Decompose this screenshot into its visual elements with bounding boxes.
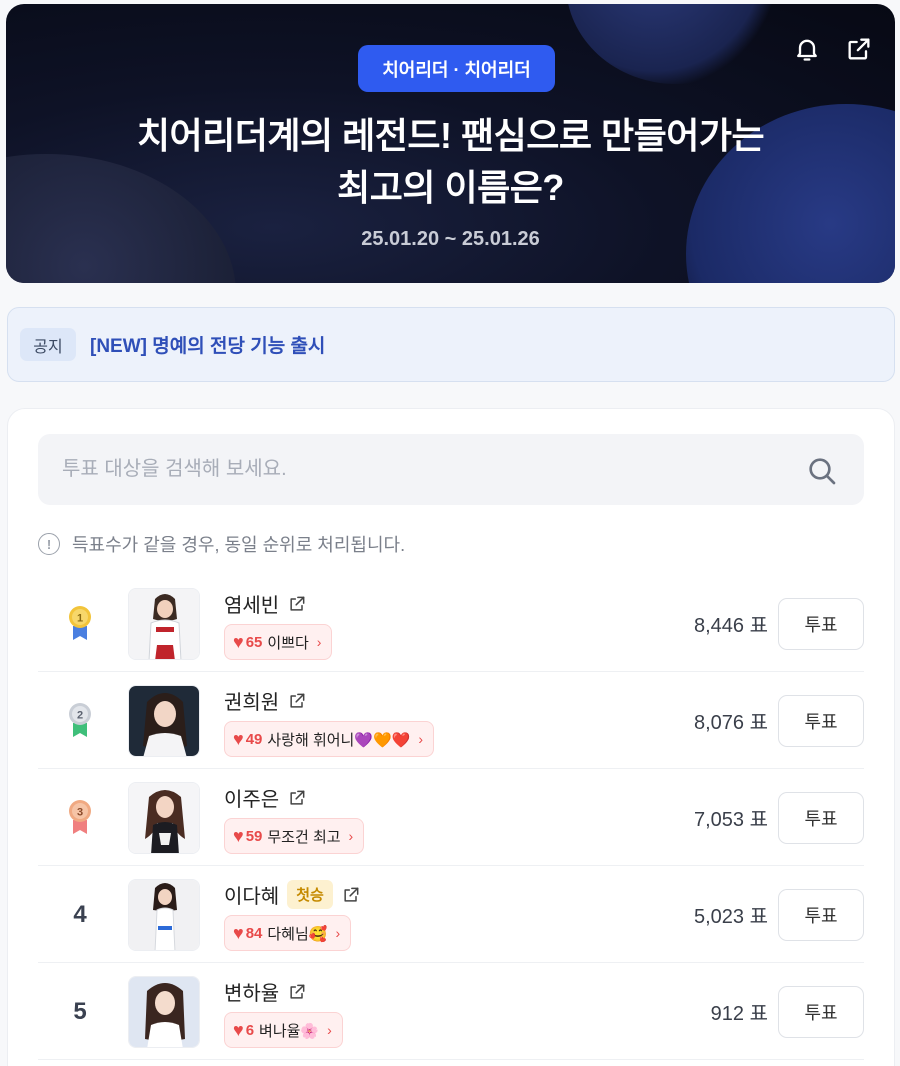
notice-tag: 공지 xyxy=(20,328,76,361)
notice-banner[interactable]: 공지 [NEW] 명예의 전당 기능 출시 xyxy=(7,307,895,382)
cheer-message: 벼나율🌸 xyxy=(259,1022,320,1040)
candidate-row: 5 변하율 ♥ 6 벼나율🌸 › 912 표 투표 xyxy=(38,963,864,1060)
heart-icon: ♥ xyxy=(233,1019,244,1040)
rank-medal: 3 xyxy=(60,769,100,866)
chevron-right-icon: › xyxy=(348,828,354,844)
cheer-tag[interactable]: ♥ 49 사랑해 휘어니💜🧡❤️ › xyxy=(224,721,435,757)
rank: 4 xyxy=(60,866,100,963)
chevron-right-icon: › xyxy=(418,731,424,747)
cheer-message: 사랑해 휘어니💜🧡❤️ xyxy=(267,731,411,749)
candidate-name-line: 권희원 xyxy=(224,686,307,715)
candidate-name-line: 이주은 xyxy=(224,783,307,812)
search-icon[interactable] xyxy=(806,455,838,487)
hero-decoration xyxy=(566,4,786,84)
category-badge: 치어리더 · 치어리더 xyxy=(358,45,555,92)
candidate-name-line: 이다혜 첫승 xyxy=(224,880,361,909)
heart-icon: ♥ xyxy=(233,825,244,846)
page-title-line: 최고의 이름은? xyxy=(337,167,564,208)
heart-icon: ♥ xyxy=(233,728,244,749)
chevron-right-icon: › xyxy=(316,634,322,650)
notice-text[interactable]: [NEW] 명예의 전당 기능 출시 xyxy=(90,331,325,358)
date-range: 25.01.20 ~ 25.01.26 xyxy=(361,228,540,250)
rank-number: 5 xyxy=(73,997,87,1025)
rank-number: 4 xyxy=(73,900,87,928)
chevron-right-icon: › xyxy=(327,1022,332,1038)
cheer-count: 49 xyxy=(245,730,263,748)
cheer-message: 이쁘다 xyxy=(267,634,309,652)
vote-button[interactable]: 투표 xyxy=(778,598,864,650)
chevron-right-icon: › xyxy=(335,925,341,941)
cheer-count: 59 xyxy=(245,827,263,845)
bell-icon[interactable] xyxy=(792,34,822,64)
candidate-row: 2 권희원 ♥ 49 사랑해 휘어니💜🧡❤️ › 8,076 표 투표 xyxy=(38,672,864,769)
external-link-icon[interactable] xyxy=(287,691,307,711)
candidate-name[interactable]: 이다혜 xyxy=(224,880,279,909)
page-title-line: 치어리더계의 레전드! 팬심으로 만들어가는 xyxy=(136,115,765,156)
candidate-name-line: 염세빈 xyxy=(224,589,307,618)
candidate-name[interactable]: 이주은 xyxy=(224,783,279,812)
candidate-photo[interactable] xyxy=(128,782,200,854)
search-input[interactable] xyxy=(38,434,798,505)
vote-button[interactable]: 투표 xyxy=(778,986,864,1038)
cheer-count: 84 xyxy=(245,924,263,942)
ranking-card: ! 득표수가 같을 경우, 동일 순위로 처리됩니다. 1 염세빈 xyxy=(7,408,895,1066)
vote-count: 8,446 표 xyxy=(693,615,768,637)
vote-count: 5,023 표 xyxy=(693,906,768,928)
heart-icon: ♥ xyxy=(233,631,244,652)
medal-rank-number: 2 xyxy=(77,709,83,721)
share-icon[interactable] xyxy=(844,34,874,64)
cheer-tag[interactable]: ♥ 6 벼나율🌸 › xyxy=(224,1012,343,1048)
external-link-icon[interactable] xyxy=(287,788,307,808)
silver-medal-icon: 2 xyxy=(69,702,91,737)
page-title: 치어리더계의 레전드! 팬심으로 만들어가는 최고의 이름은? xyxy=(6,110,895,214)
tie-rule-text: 득표수가 같을 경우, 동일 순위로 처리됩니다. xyxy=(72,535,406,555)
gold-medal-icon: 1 xyxy=(69,605,91,640)
tie-rule-notice: ! 득표수가 같을 경우, 동일 순위로 처리됩니다. xyxy=(38,531,405,557)
vote-button[interactable]: 투표 xyxy=(778,695,864,747)
vote-button[interactable]: 투표 xyxy=(778,792,864,844)
vote-count: 8,076 표 xyxy=(693,712,768,734)
hero-banner: 치어리더 · 치어리더 치어리더계의 레전드! 팬심으로 만들어가는 최고의 이… xyxy=(6,4,895,283)
vote-button[interactable]: 투표 xyxy=(778,889,864,941)
info-icon: ! xyxy=(38,533,60,555)
candidate-photo[interactable] xyxy=(128,879,200,951)
rank-medal: 1 xyxy=(60,575,100,672)
medal-rank-number: 3 xyxy=(77,806,83,818)
external-link-icon[interactable] xyxy=(341,885,361,905)
external-link-icon[interactable] xyxy=(287,982,307,1002)
heart-icon: ♥ xyxy=(233,922,244,943)
first-win-badge: 첫승 xyxy=(287,880,333,909)
bronze-medal-icon: 3 xyxy=(69,799,91,834)
rank-medal: 2 xyxy=(60,672,100,769)
candidate-name[interactable]: 권희원 xyxy=(224,686,279,715)
cheer-message: 다혜님🥰 xyxy=(267,925,328,943)
cheer-tag[interactable]: ♥ 65 이쁘다 › xyxy=(224,624,333,660)
candidate-name[interactable]: 변하율 xyxy=(224,977,279,1006)
external-link-icon[interactable] xyxy=(287,594,307,614)
vote-count: 912 표 xyxy=(710,1003,768,1025)
cheer-count: 6 xyxy=(245,1021,255,1039)
cheer-tag[interactable]: ♥ 84 다혜님🥰 › xyxy=(224,915,352,951)
rank: 5 xyxy=(60,963,100,1060)
candidate-row: 4 이다혜 첫승 ♥ 84 다혜님🥰 › 5,023 표 투표 xyxy=(38,866,864,963)
candidate-row: 3 이주은 ♥ 59 무조건 최고 › 7,053 표 투표 xyxy=(38,769,864,866)
candidate-photo[interactable] xyxy=(128,685,200,757)
candidate-name-line: 변하율 xyxy=(224,977,307,1006)
cheer-message: 무조건 최고 xyxy=(267,828,341,846)
candidate-photo[interactable] xyxy=(128,976,200,1048)
vote-count: 7,053 표 xyxy=(693,809,768,831)
medal-rank-number: 1 xyxy=(77,612,83,624)
cheer-count: 65 xyxy=(245,633,263,651)
candidate-photo[interactable] xyxy=(128,588,200,660)
candidate-row: 1 염세빈 ♥ 65 이쁘다 › 8,446 표 투표 xyxy=(38,575,864,672)
candidate-name[interactable]: 염세빈 xyxy=(224,589,279,618)
cheer-tag[interactable]: ♥ 59 무조건 최고 › xyxy=(224,818,365,854)
